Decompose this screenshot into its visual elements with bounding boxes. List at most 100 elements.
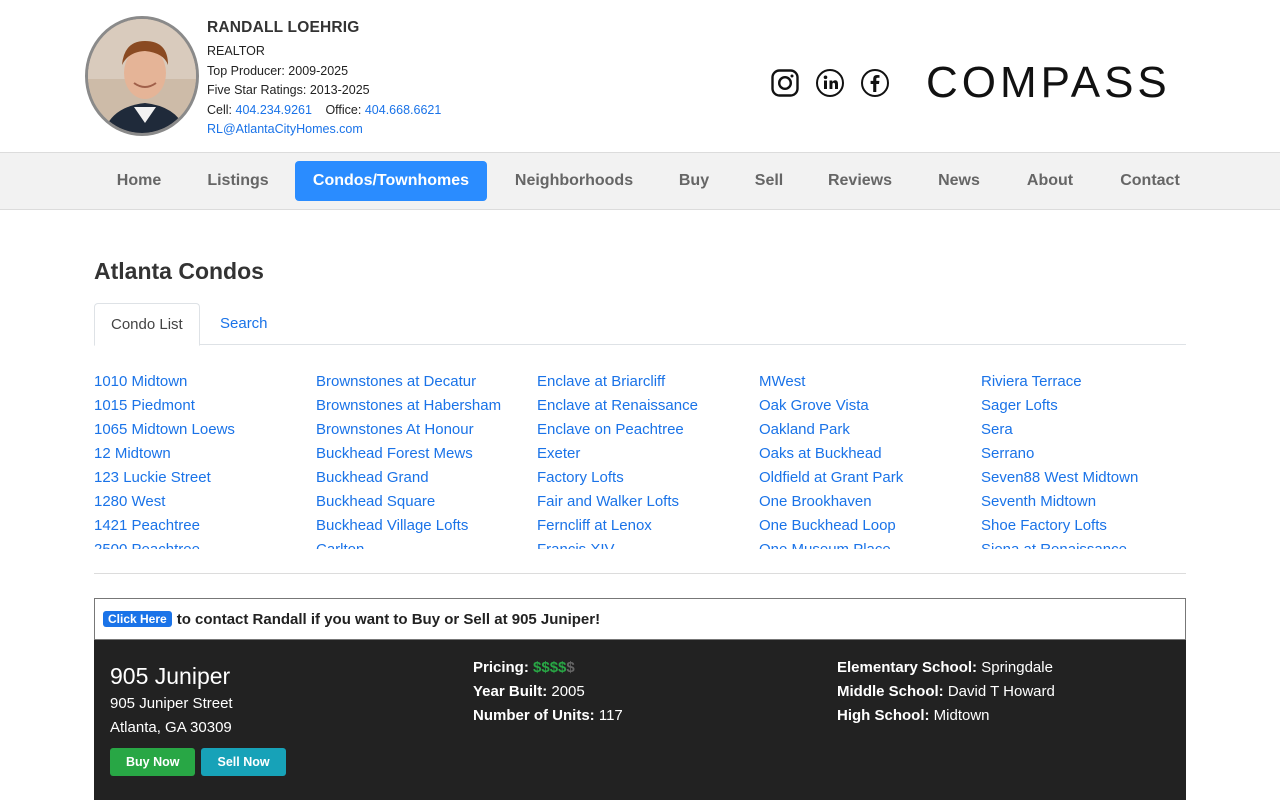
condo-link[interactable]: Buckhead Square (316, 490, 536, 514)
contact-bar: Click Here to contact Randall if you wan… (94, 598, 1186, 640)
condo-link[interactable]: 1010 Midtown (94, 370, 314, 394)
condo-link[interactable]: Siena at Renaissance (981, 538, 1186, 549)
condo-link[interactable]: Exeter (537, 442, 757, 466)
condo-link[interactable]: One Brookhaven (759, 490, 979, 514)
year-built-value: 2005 (551, 683, 585, 700)
units-value: 117 (598, 707, 623, 724)
condo-link[interactable]: 12 Midtown (94, 442, 314, 466)
social-links (770, 68, 890, 98)
condo-link[interactable]: Fair and Walker Lofts (537, 490, 757, 514)
nav-reviews[interactable]: Reviews (814, 161, 906, 201)
sell-now-button[interactable]: Sell Now (201, 748, 286, 776)
condo-link[interactable]: Enclave on Peachtree (537, 418, 757, 442)
building-schools: Elementary School: Springdale Middle Sch… (837, 656, 1055, 728)
nav-contact[interactable]: Contact (1104, 161, 1196, 201)
nav-news[interactable]: News (922, 161, 996, 201)
condo-column: 1010 Midtown 1015 Piedmont 1065 Midtown Lo… (94, 370, 314, 549)
elementary-label: Elementary School: (837, 659, 978, 676)
nav-about[interactable]: About (1012, 161, 1088, 201)
nav-sell[interactable]: Sell (740, 161, 798, 201)
condo-link[interactable]: Buckhead Grand (316, 466, 536, 490)
condo-link[interactable]: Ferncliff at Lenox (537, 514, 757, 538)
cell-phone-link[interactable]: 404.234.9261 (236, 103, 312, 117)
condo-link[interactable]: Brownstones at Decatur (316, 370, 536, 394)
condo-link[interactable]: Sera (981, 418, 1186, 442)
condo-link[interactable]: Serrano (981, 442, 1186, 466)
condo-link[interactable]: One Museum Place (759, 538, 979, 549)
building-address-block: 905 Juniper 905 Juniper Street Atlanta, … (110, 660, 286, 776)
condo-link[interactable]: Oldfield at Grant Park (759, 466, 979, 490)
units-label: Number of Units: (473, 707, 595, 724)
condo-link[interactable]: Seventh Midtown (981, 490, 1186, 514)
nav-neighborhoods[interactable]: Neighborhoods (498, 161, 650, 201)
condo-link[interactable]: Enclave at Briarcliff (537, 370, 757, 394)
condo-column: Enclave at Briarcliff Enclave at Renaissa… (537, 370, 757, 549)
condo-link[interactable]: Sager Lofts (981, 394, 1186, 418)
condo-link[interactable]: Factory Lofts (537, 466, 757, 490)
middle-label: Middle School: (837, 683, 944, 700)
nav-listings[interactable]: Listings (190, 161, 286, 201)
condo-link[interactable]: One Buckhead Loop (759, 514, 979, 538)
section-divider (94, 573, 1186, 574)
condo-link[interactable]: 1015 Piedmont (94, 394, 314, 418)
agent-ratings: Five Star Ratings: 2013-2025 (207, 83, 370, 97)
condo-link[interactable]: Brownstones at Habersham (316, 394, 536, 418)
elementary-value: Springdale (981, 659, 1053, 676)
nav-buy[interactable]: Buy (664, 161, 724, 201)
office-phone-link[interactable]: 404.668.6621 (365, 103, 441, 117)
nav-home[interactable]: Home (98, 161, 180, 201)
agent-avatar (85, 16, 199, 136)
year-built-label: Year Built: (473, 683, 548, 700)
condo-link[interactable]: Enclave at Renaissance (537, 394, 757, 418)
condo-link[interactable]: Buckhead Forest Mews (316, 442, 536, 466)
condo-link[interactable]: Francis XIV (537, 538, 757, 549)
tab-condo-list[interactable]: Condo List (94, 303, 200, 346)
building-detail-panel: 905 Juniper 905 Juniper Street Atlanta, … (94, 640, 1186, 800)
pricing-label: Pricing: (473, 659, 529, 676)
condo-link[interactable]: Buckhead Village Lofts (316, 514, 536, 538)
agent-phones: Cell: 404.234.9261 Office: 404.668.6621 (207, 101, 441, 121)
condo-link[interactable]: Oak Grove Vista (759, 394, 979, 418)
linkedin-icon[interactable] (815, 68, 845, 98)
condo-link[interactable]: Brownstones At Honour (316, 418, 536, 442)
condo-link[interactable]: MWest (759, 370, 979, 394)
condo-link[interactable]: 2500 Peachtree (94, 538, 314, 549)
condo-link[interactable]: 1065 Midtown Loews (94, 418, 314, 442)
building-street: 905 Juniper Street (110, 695, 233, 712)
click-here-button[interactable]: Click Here (103, 611, 172, 627)
condo-link[interactable]: Oaks at Buckhead (759, 442, 979, 466)
agent-info: RANDALL LOEHRIG REALTOR Top Producer: 20… (207, 18, 441, 140)
condo-link[interactable]: Riviera Terrace (981, 370, 1186, 394)
condo-list: 1010 Midtown 1015 Piedmont 1065 Midtown Lo… (94, 370, 1186, 549)
building-stats: Pricing: $$$$$ Year Built: 2005 Number o… (473, 656, 623, 728)
agent-name: RANDALL LOEHRIG (207, 19, 360, 36)
facebook-icon[interactable] (860, 68, 890, 98)
page-title: Atlanta Condos (94, 258, 264, 284)
buy-now-button[interactable]: Buy Now (110, 748, 196, 776)
site-header: RANDALL LOEHRIG REALTOR Top Producer: 20… (0, 0, 1280, 152)
agent-email-link[interactable]: RL@AtlantaCityHomes.com (207, 122, 363, 136)
condo-link[interactable]: Shoe Factory Lofts (981, 514, 1186, 538)
condo-column: Riviera Terrace Sager Lofts Sera Serrano Sev… (981, 370, 1186, 549)
condo-link[interactable]: Oakland Park (759, 418, 979, 442)
condo-link[interactable]: Carlton (316, 538, 536, 549)
pricing-rating-filled: $$$$ (533, 659, 567, 676)
condo-link[interactable]: 1421 Peachtree (94, 514, 314, 538)
high-value: Midtown (933, 707, 990, 724)
middle-value: David T Howard (947, 683, 1055, 700)
tab-search[interactable]: Search (204, 303, 284, 345)
condo-link[interactable]: 1280 West (94, 490, 314, 514)
office-label: Office: (325, 102, 362, 117)
nav-condos-townhomes[interactable]: Condos/Townhomes (295, 161, 487, 201)
condo-link[interactable]: 123 Luckie Street (94, 466, 314, 490)
building-city: Atlanta, GA 30309 (110, 719, 232, 736)
condo-column: Brownstones at Decatur Brownstones at Hab… (316, 370, 536, 549)
compass-logo[interactable]: COMPASS (926, 58, 1171, 108)
building-name: 905 Juniper (110, 663, 231, 689)
cell-label: Cell: (207, 102, 233, 117)
agent-photo (88, 19, 196, 133)
agent-title: REALTOR (207, 44, 265, 58)
instagram-icon[interactable] (770, 68, 800, 98)
agent-top-producer: Top Producer: 2009-2025 (207, 63, 349, 78)
condo-link[interactable]: Seven88 West Midtown (981, 466, 1186, 490)
